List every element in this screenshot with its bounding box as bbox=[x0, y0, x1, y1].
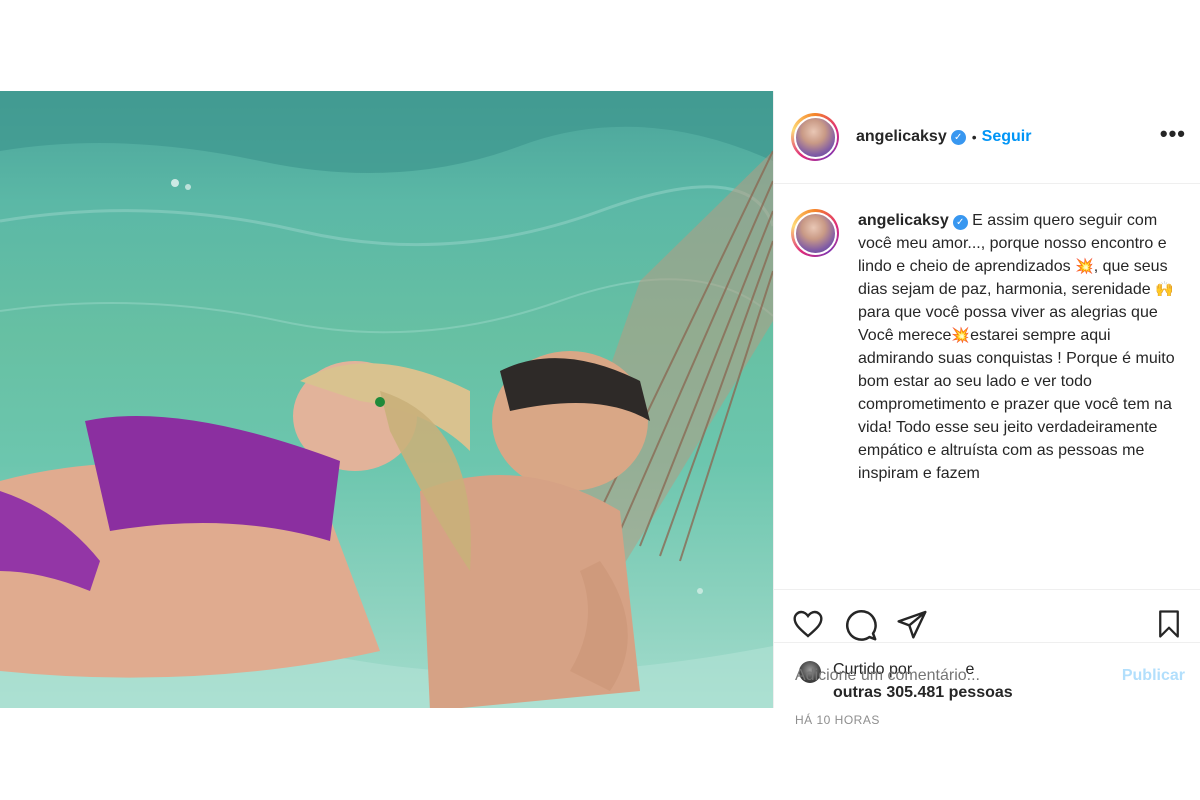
instagram-post: angelicaksy ✓ • Seguir ••• angelicaksy ✓ … bbox=[0, 91, 1200, 727]
caption-avatar-image bbox=[793, 211, 837, 255]
caption-avatar[interactable] bbox=[791, 209, 839, 257]
separator-dot: • bbox=[971, 129, 977, 145]
heart-icon[interactable] bbox=[792, 608, 824, 640]
bookmark-icon[interactable] bbox=[1154, 608, 1184, 640]
caption-username[interactable]: angelicaksy bbox=[858, 212, 949, 229]
more-icon[interactable]: ••• bbox=[1160, 121, 1186, 147]
publish-button[interactable]: Publicar bbox=[1122, 667, 1185, 685]
author-username[interactable]: angelicaksy bbox=[856, 128, 947, 146]
collision-emoji: 💥 bbox=[951, 327, 971, 344]
share-icon[interactable] bbox=[896, 608, 928, 640]
raised-hands-emoji: 🙌 bbox=[1155, 281, 1174, 298]
verified-icon: ✓ bbox=[950, 129, 966, 145]
action-icons bbox=[792, 608, 1183, 644]
collision-emoji: 💥 bbox=[1075, 258, 1094, 275]
comment-bar: Publicar bbox=[774, 642, 1200, 708]
post-timestamp[interactable]: HÁ 10 HORAS bbox=[795, 713, 880, 727]
caption-text: angelicaksy ✓ E assim quero seguir com vo… bbox=[858, 209, 1184, 589]
post-photo[interactable] bbox=[0, 91, 773, 708]
photo-illustration bbox=[0, 91, 773, 708]
post-header: angelicaksy ✓ • Seguir ••• bbox=[774, 91, 1200, 184]
caption-part-4: estarei sempre aqui admirando suas conqu… bbox=[858, 327, 1175, 482]
author-avatar[interactable] bbox=[791, 113, 839, 161]
comment-input[interactable] bbox=[795, 666, 1122, 685]
post-sidebar: angelicaksy ✓ • Seguir ••• angelicaksy ✓ … bbox=[773, 91, 1200, 727]
author-avatar-image bbox=[793, 115, 837, 159]
caption-area: angelicaksy ✓ E assim quero seguir com vo… bbox=[774, 185, 1200, 589]
follow-button[interactable]: Seguir bbox=[982, 128, 1032, 146]
verified-icon: ✓ bbox=[952, 215, 968, 230]
comment-icon[interactable] bbox=[844, 608, 878, 642]
